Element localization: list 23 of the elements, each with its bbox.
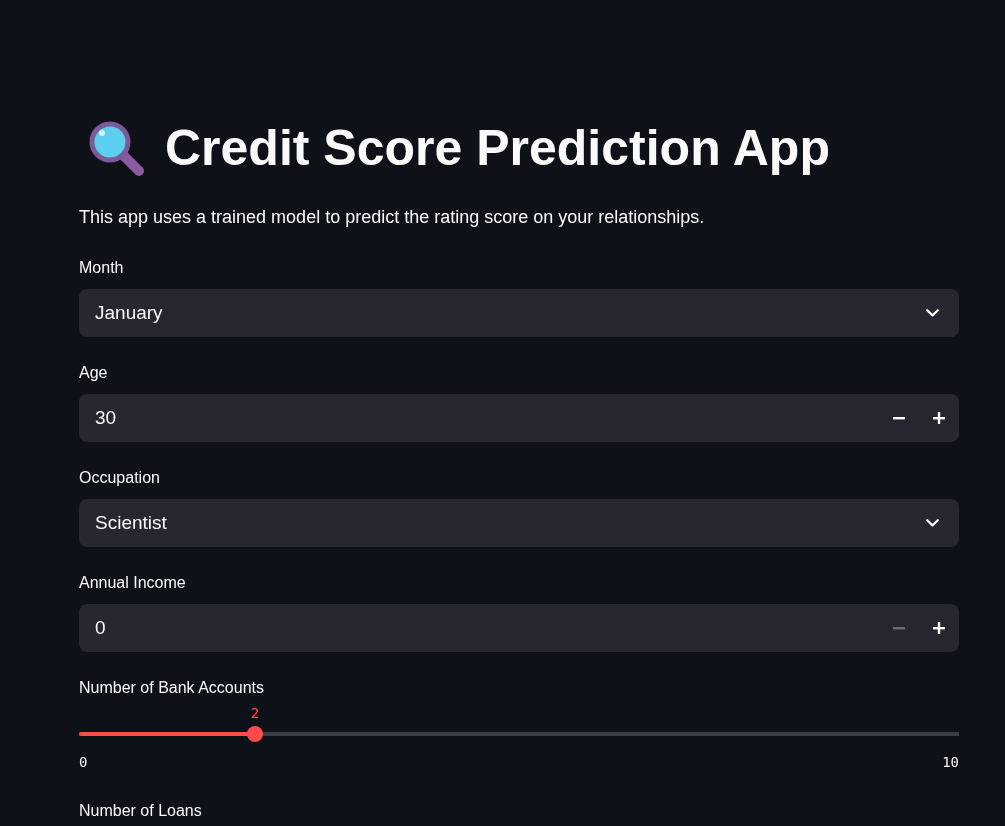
slider-thumb[interactable] <box>247 726 263 742</box>
description-text: This app uses a trained model to predict the rating score on your relationships. <box>79 206 706 229</box>
field-label: Month <box>79 258 125 278</box>
slider-max-label: 10 <box>942 753 959 771</box>
chevron-down-icon <box>926 519 939 527</box>
plus-icon <box>933 412 945 424</box>
number-field[interactable]: 30 <box>79 394 879 442</box>
field-label: Number of Bank Accounts <box>79 678 265 698</box>
chevron-down-icon <box>926 309 939 317</box>
magnifying-glass-icon <box>87 119 146 177</box>
select-field[interactable]: January <box>79 289 959 337</box>
field-label: Age <box>79 363 109 383</box>
field-label: Occupation <box>79 468 161 488</box>
field-label: Number of Loans <box>79 801 203 821</box>
page-title: Credit Score Prediction App <box>165 119 830 178</box>
select-field[interactable]: Scientist <box>79 499 959 547</box>
increment-button[interactable] <box>919 394 959 442</box>
slider-value: 2 <box>250 704 260 722</box>
field-label: Annual Income <box>79 573 187 593</box>
increment-button[interactable] <box>919 604 959 652</box>
number-field[interactable]: 0 <box>79 604 879 652</box>
plus-icon <box>933 622 945 634</box>
slider-min-label: 0 <box>79 753 88 771</box>
